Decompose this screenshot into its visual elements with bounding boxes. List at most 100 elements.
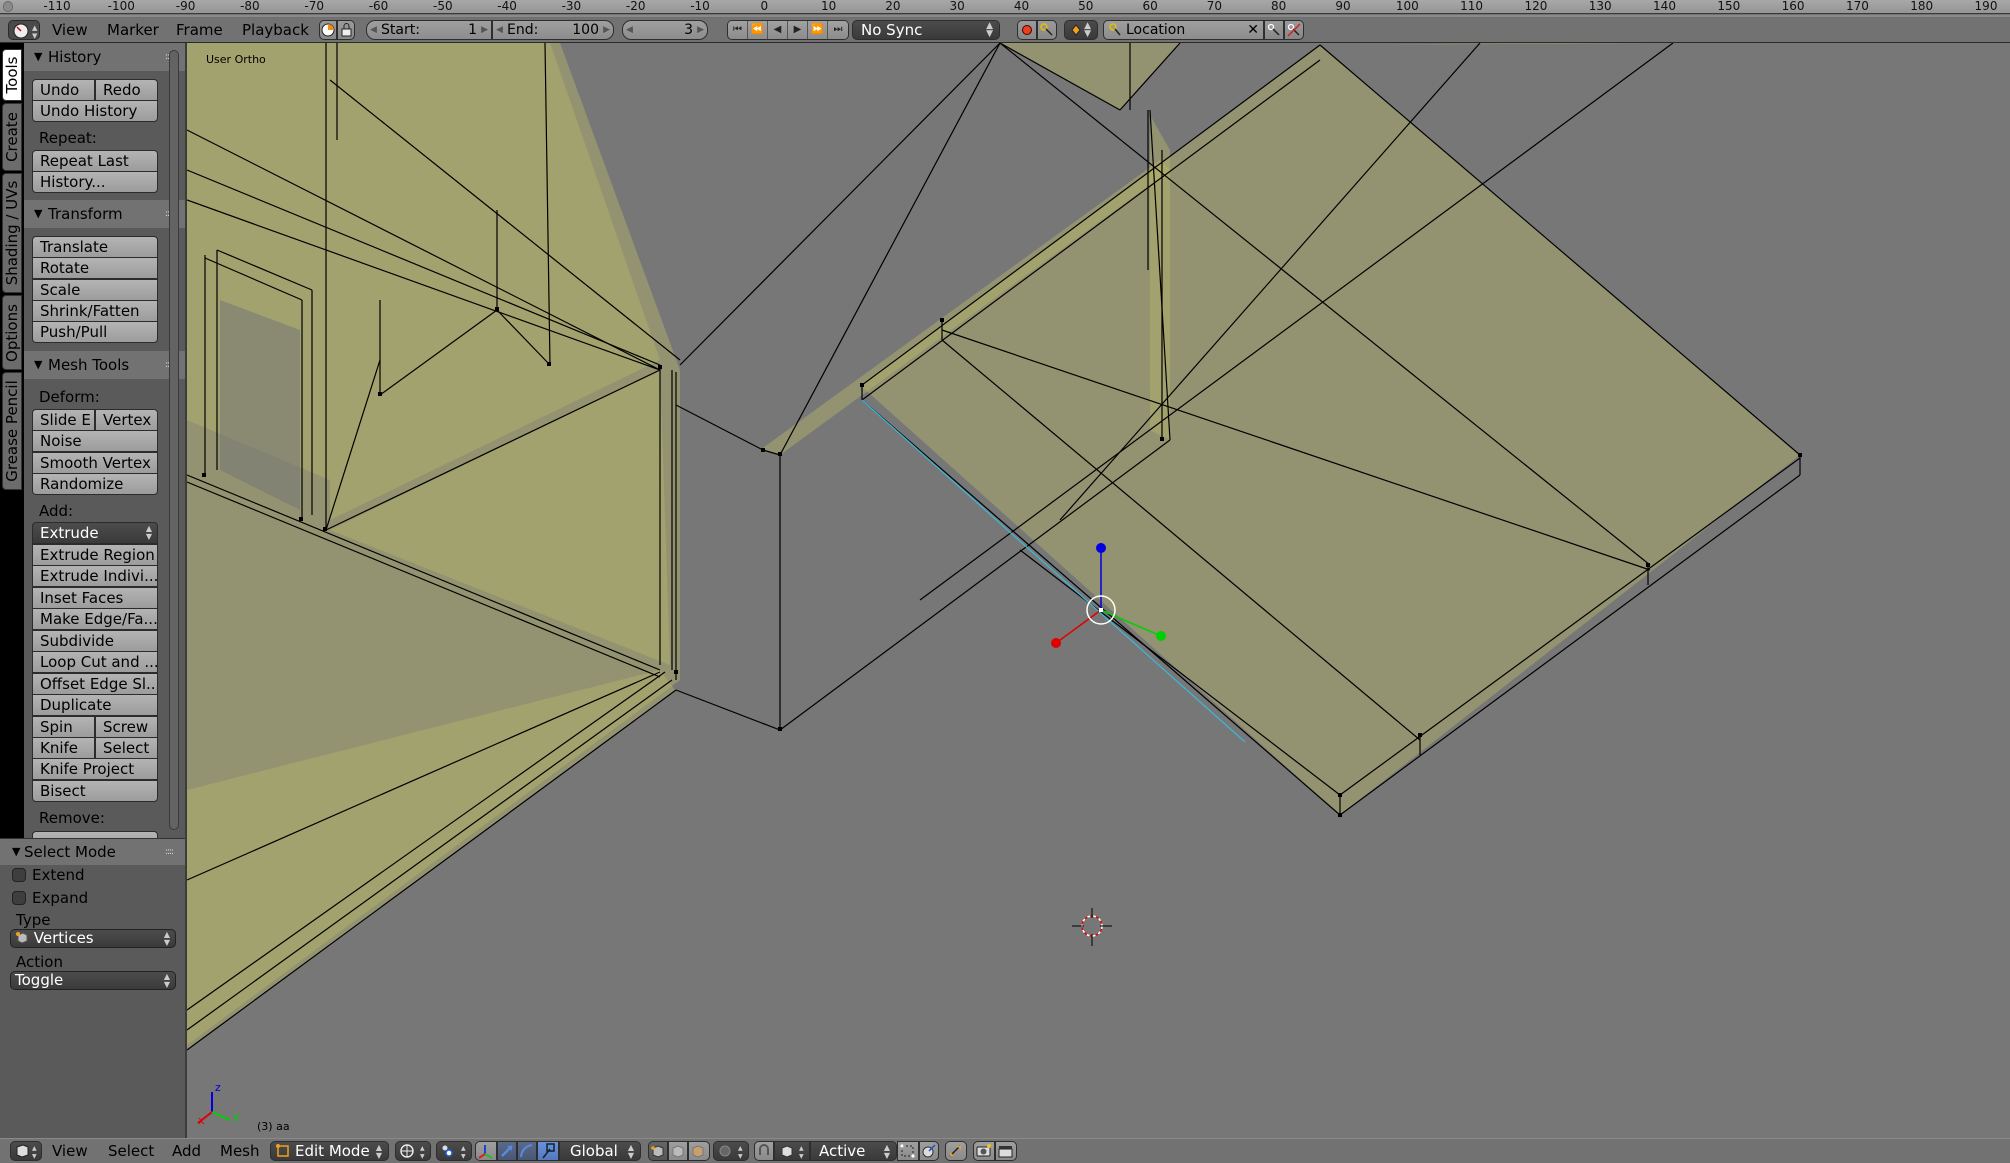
subdivide-button[interactable]: Subdivide (32, 630, 158, 652)
scale-manipulator-toggle[interactable] (537, 1141, 559, 1161)
play-icon[interactable]: ▶ (788, 21, 808, 39)
menu-frame[interactable]: Frame (176, 21, 223, 39)
shrink-fatten-button[interactable]: Shrink/Fatten (32, 300, 158, 322)
tab-grease-pencil[interactable]: Grease Pencil (2, 372, 22, 490)
tab-options[interactable]: Options (2, 295, 22, 370)
select-mode-panel-header[interactable]: ▼ Select Mode :::: (0, 839, 185, 865)
noise-button[interactable]: Noise (32, 430, 158, 452)
spin-button[interactable]: Spin (32, 716, 95, 738)
expand-checkbox[interactable] (12, 891, 26, 905)
jump-end-icon[interactable]: ⏭ (828, 21, 848, 39)
viewport-shading-dropdown[interactable]: ▲ ▼ (395, 1141, 431, 1161)
snap-options-toggle[interactable] (897, 1141, 919, 1161)
keying-set-field[interactable]: Location ✕ (1103, 20, 1264, 40)
extend-checkbox[interactable] (12, 868, 26, 882)
edge-select-mode[interactable] (668, 1141, 688, 1161)
knife-select-button[interactable]: Select (95, 737, 158, 759)
snap-target-dropdown[interactable]: Active ▲ ▼ (810, 1141, 897, 1161)
tab-tools[interactable]: Tools (2, 49, 22, 101)
face-select-mode[interactable] (688, 1141, 710, 1161)
delete-keyframe-button[interactable] (1284, 20, 1304, 40)
insert-keyframe-button[interactable] (1264, 20, 1284, 40)
preview-range-button[interactable] (319, 20, 337, 40)
prev-keyframe-icon[interactable]: ⏪ (748, 21, 768, 39)
ruler-tick-label: -100 (107, 0, 135, 13)
next-keyframe-icon[interactable]: ⏩ (808, 21, 828, 39)
clear-keying-set-icon[interactable]: ✕ (1247, 21, 1259, 39)
keyframe-type-dropdown[interactable]: ▲ ▼ (1064, 20, 1098, 40)
bisect-button[interactable]: Bisect (32, 780, 158, 802)
translate-manipulator-toggle[interactable] (497, 1141, 517, 1161)
make-edge-face-button[interactable]: Make Edge/Fa... (32, 608, 158, 630)
randomize-button[interactable]: Randomize (32, 473, 158, 495)
timeline-ruler[interactable]: -110 -100 -90 -80 -70 -60 -50 -40 -30 -20 -10 0 10 20… (0, 0, 2010, 14)
jump-start-icon[interactable]: ⏮ (728, 21, 748, 39)
record-button[interactable] (1017, 20, 1037, 40)
mode-dropdown[interactable]: Edit Mode ▲ ▼ (270, 1141, 389, 1161)
slide-vertex-button[interactable]: Vertex (95, 409, 158, 431)
start-frame-field[interactable]: ◀ Start: 1 ▶ (366, 20, 492, 40)
undo-history-button[interactable]: Undo History (32, 100, 158, 122)
menu-playback[interactable]: Playback (242, 21, 309, 39)
current-frame-field[interactable]: ◀ 3 ▶ (622, 20, 708, 40)
manipulator-toggle[interactable] (475, 1141, 497, 1161)
menu-add[interactable]: Add (172, 1142, 201, 1160)
offset-edge-slide-button[interactable]: Offset Edge Sl... (32, 673, 158, 695)
undo-button[interactable]: Undo (32, 79, 95, 101)
opengl-anim-button[interactable] (995, 1141, 1017, 1161)
smooth-vertex-button[interactable]: Smooth Vertex (32, 452, 158, 474)
extrude-dropdown[interactable]: Extrude ▲ ▼ (32, 522, 158, 544)
push-pull-button[interactable]: Push/Pull (32, 321, 158, 343)
knife-project-button[interactable]: Knife Project (32, 758, 158, 780)
extrude-region-button[interactable]: Extrude Region (32, 544, 158, 566)
vertex-select-mode[interactable] (648, 1141, 668, 1161)
menu-select[interactable]: Select (108, 1142, 154, 1160)
slide-edge-button[interactable]: Slide E (32, 409, 95, 431)
sync-mode-dropdown[interactable]: No Sync ▲ ▼ (852, 20, 1000, 40)
editor-type-button[interactable]: ▲ ▼ (8, 20, 40, 40)
opengl-render-button[interactable] (973, 1141, 995, 1161)
retopology-toggle[interactable] (919, 1141, 939, 1161)
snap-element-dropdown[interactable]: ▲ ▼ (774, 1141, 810, 1161)
extrude-individual-button[interactable]: Extrude Indivi... (32, 565, 158, 587)
translate-button[interactable]: Translate (32, 236, 158, 258)
editor-type-button[interactable]: ▲ ▼ (10, 1141, 42, 1161)
end-frame-field[interactable]: ◀ End: 100 ▶ (492, 20, 614, 40)
rotate-button[interactable]: Rotate (32, 257, 158, 279)
duplicate-button[interactable]: Duplicate (32, 694, 158, 716)
transform-orientation-dropdown[interactable]: Global ▲ ▼ (559, 1141, 641, 1161)
menu-view[interactable]: View (52, 1142, 88, 1160)
inset-faces-button[interactable]: Inset Faces (32, 587, 158, 609)
history-button[interactable]: History... (32, 171, 158, 193)
mesh-tools-panel-header[interactable]: ▼ Mesh Tools :::: (24, 351, 185, 379)
knife-button[interactable]: Knife (32, 737, 95, 759)
lock-range-button[interactable] (337, 20, 355, 40)
ruler-scroll-knob[interactable] (3, 1, 13, 12)
redo-button[interactable]: Redo (95, 79, 158, 101)
loop-cut-button[interactable]: Loop Cut and ... (32, 651, 158, 673)
action-dropdown[interactable]: Toggle ▲ ▼ (10, 971, 176, 990)
repeat-last-button[interactable]: Repeat Last (32, 150, 158, 172)
tool-shelf-scrollbar[interactable] (169, 50, 179, 830)
menu-mesh[interactable]: Mesh (220, 1142, 260, 1160)
scale-button[interactable]: Scale (32, 279, 158, 301)
pivot-point-dropdown[interactable]: ▲ ▼ (436, 1141, 472, 1161)
remove-dropdown[interactable] (32, 831, 158, 838)
insert-key-icon (1267, 23, 1280, 36)
menu-marker[interactable]: Marker (107, 21, 159, 39)
screw-button[interactable]: Screw (95, 716, 158, 738)
play-reverse-icon[interactable]: ◀ (768, 21, 788, 39)
occlude-geometry-dropdown[interactable]: ▲ ▼ (713, 1141, 749, 1161)
type-dropdown[interactable]: Vertices ▲ ▼ (10, 929, 176, 948)
history-panel-header[interactable]: ▼ History :::: (24, 43, 185, 71)
mirror-toggle[interactable] (945, 1141, 967, 1161)
panel-drag-grip-icon[interactable]: :::: (165, 839, 174, 865)
menu-view[interactable]: View (52, 21, 88, 39)
3d-viewport[interactable]: z x y User Ortho (3) aa (187, 43, 2010, 1138)
transform-panel-header[interactable]: ▼ Transform :::: (24, 200, 185, 228)
rotate-manipulator-toggle[interactable] (517, 1141, 537, 1161)
tab-create[interactable]: Create (2, 103, 22, 171)
tab-shading-uvs[interactable]: Shading / UVs (2, 173, 22, 293)
keyframe-options-button[interactable] (1037, 20, 1057, 40)
proportional-edit-toggle[interactable] (754, 1141, 774, 1161)
